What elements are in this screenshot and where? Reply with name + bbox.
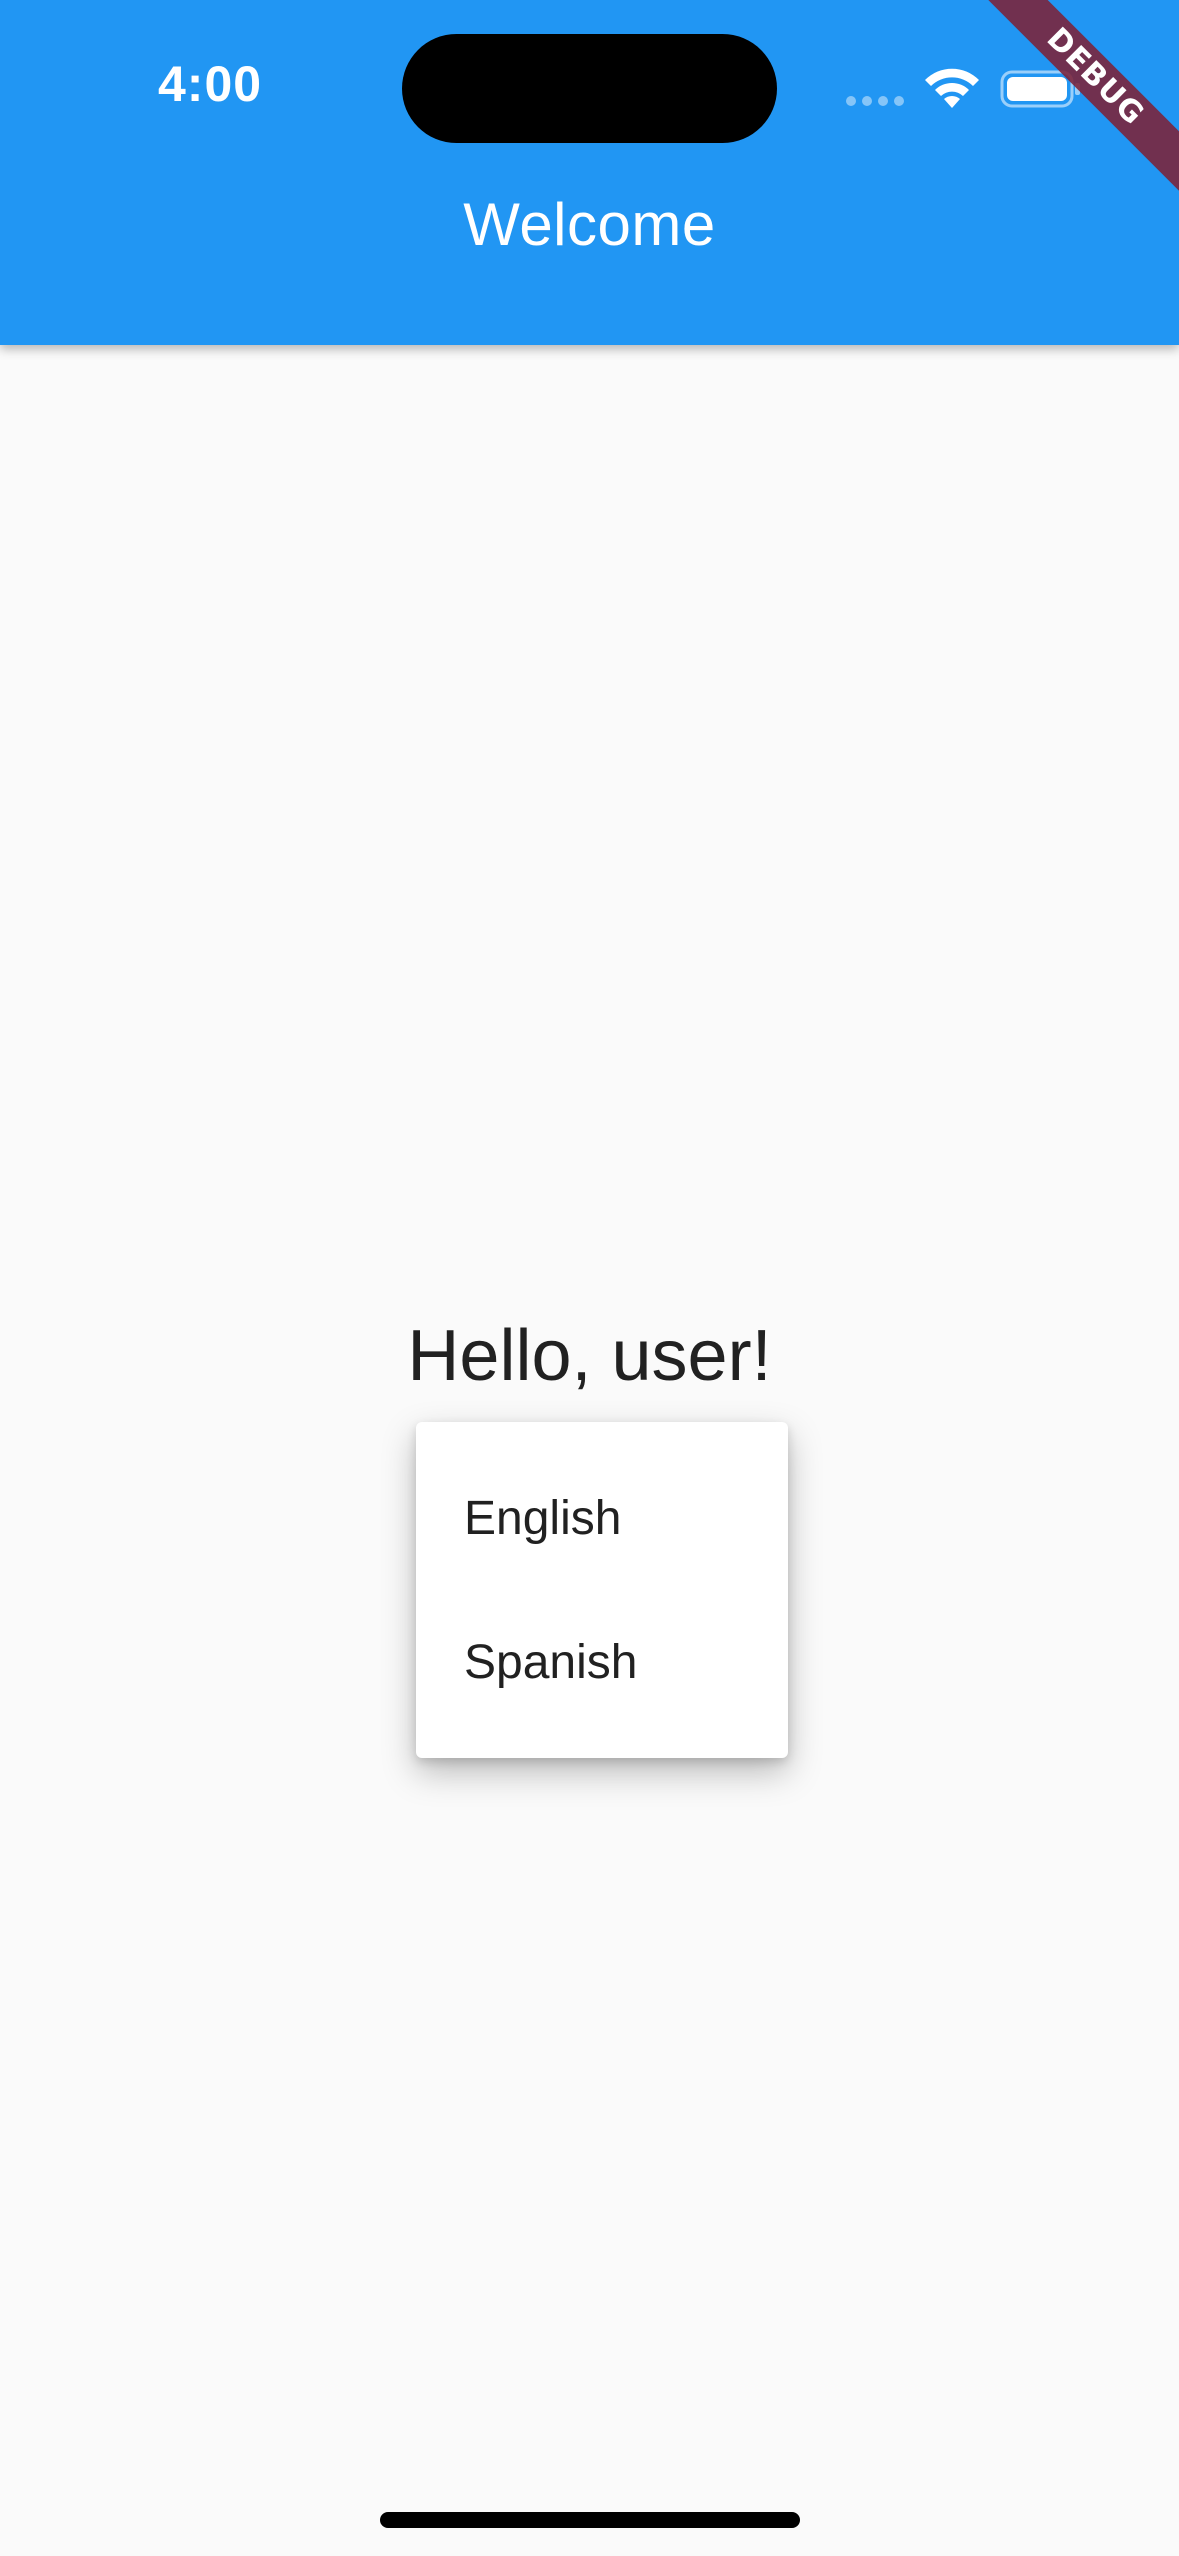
cellular-signal-icon bbox=[846, 96, 906, 106]
status-time: 4:00 bbox=[158, 56, 263, 112]
greeting-text: Hello, user! bbox=[407, 1316, 772, 1396]
debug-banner-label: DEBUG bbox=[974, 0, 1179, 198]
debug-banner: DEBUG bbox=[959, 0, 1179, 220]
menu-item-english[interactable]: English bbox=[416, 1446, 788, 1590]
menu-item-spanish[interactable]: Spanish bbox=[416, 1590, 788, 1734]
language-popup-menu: English Spanish bbox=[416, 1422, 788, 1758]
dynamic-island bbox=[402, 34, 777, 143]
home-indicator[interactable] bbox=[380, 2512, 800, 2528]
